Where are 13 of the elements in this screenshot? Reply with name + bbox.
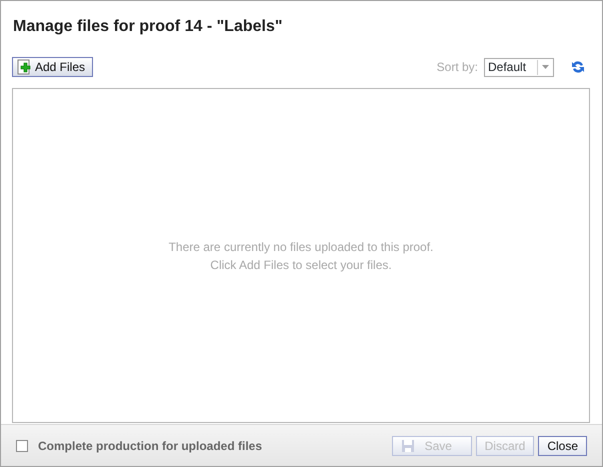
sort-dropdown[interactable]: Default bbox=[484, 58, 554, 76]
footer-button[interactable]: Close bbox=[538, 436, 587, 456]
empty-message: Click Add Files to select your files. bbox=[210, 256, 392, 274]
refresh-icon[interactable] bbox=[570, 59, 586, 75]
checkbox-label: Complete production for uploaded files bbox=[38, 438, 262, 454]
dialog-title: Manage files for proof 14 - "Labels" bbox=[13, 17, 284, 37]
sort-label: Sort by: bbox=[436, 59, 478, 76]
add-files-button[interactable]: Add Files bbox=[12, 57, 94, 77]
add-file-icon bbox=[17, 59, 33, 75]
caret-icon bbox=[542, 65, 548, 69]
empty-message: There are currently no files uploaded to this proof. bbox=[168, 238, 434, 256]
sort-value: Default bbox=[488, 59, 526, 76]
checkbox[interactable] bbox=[16, 440, 28, 452]
